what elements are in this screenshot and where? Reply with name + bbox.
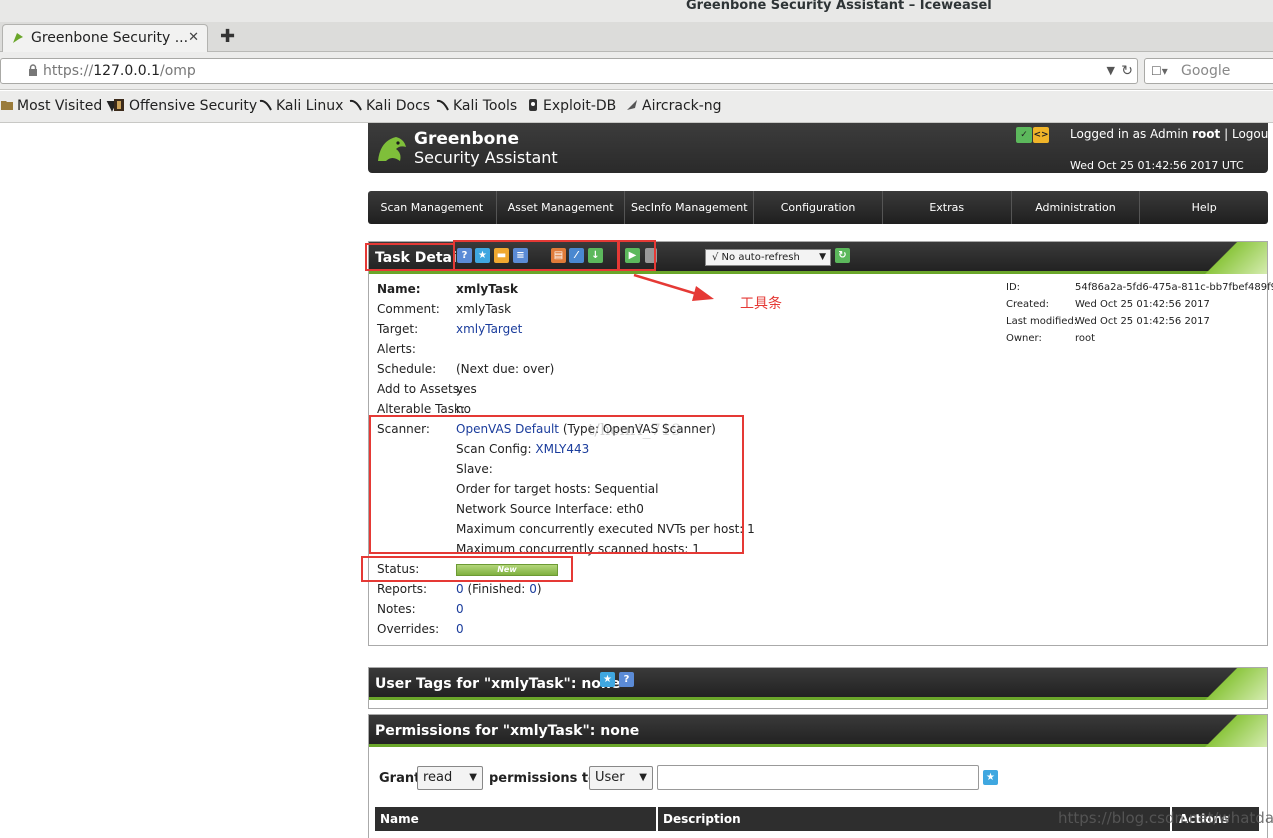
url-scheme: https:// bbox=[43, 63, 94, 79]
target-link[interactable]: xmlyTarget bbox=[456, 322, 522, 336]
annotation-label: 工具条 bbox=[740, 296, 782, 312]
window-titlebar: Greenbone Security Assistant – Iceweasel bbox=[0, 0, 1273, 22]
page-content: Greenbone Security Assistant ✓ <> Logged … bbox=[0, 123, 1273, 838]
annotation-arrow-icon bbox=[633, 273, 714, 301]
meta-modified-value: Wed Oct 25 01:42:56 2017 bbox=[1075, 316, 1210, 327]
annotation-box-scanner bbox=[369, 415, 744, 554]
annotation-box-toolbar bbox=[453, 240, 619, 271]
url-bar[interactable]: https://127.0.0.1/omp ▼ ↻ bbox=[0, 58, 1138, 84]
bookmark-kali-tools[interactable]: Kali Tools bbox=[436, 98, 517, 114]
menu-asset-management[interactable]: Asset Management bbox=[497, 191, 626, 224]
bookmarks-bar: Most Visited ▼ Offensive Security Kali L… bbox=[0, 91, 1273, 123]
main-menu: Scan Management Asset Management SecInfo… bbox=[368, 191, 1268, 224]
user-tags-header: User Tags for "xmlyTask": none ★ ? bbox=[369, 668, 1267, 700]
new-tab-icon[interactable]: ✚ bbox=[220, 26, 235, 47]
header-swoosh-decoration bbox=[1195, 242, 1267, 274]
search-engine-icon[interactable]: ☐▾ bbox=[1151, 59, 1168, 83]
header-datetime: Wed Oct 25 01:42:56 2017 UTC bbox=[1070, 159, 1244, 172]
search-placeholder: Google bbox=[1181, 63, 1231, 79]
meta-id-value: 54f86a2a-5fd6-475a-811c-bb7fbef489f9 bbox=[1075, 282, 1273, 293]
menu-configuration[interactable]: Configuration bbox=[754, 191, 883, 224]
login-info: Logged in as Admin root | Logout bbox=[1070, 127, 1273, 141]
permissions-header: Permissions for "xmlyTask": none bbox=[369, 715, 1267, 747]
blog-watermark: https://blog.csdn.net/whatday bbox=[1058, 809, 1273, 827]
greenbone-dragon-logo-icon bbox=[378, 137, 406, 161]
notes-link[interactable]: 0 bbox=[456, 602, 464, 616]
search-bar[interactable]: ☐▾ Google bbox=[1144, 58, 1273, 84]
exploitdb-icon bbox=[529, 99, 537, 111]
kali-icon bbox=[436, 99, 449, 111]
user-tags-title: User Tags for "xmlyTask": none bbox=[375, 676, 621, 692]
kali-icon bbox=[349, 99, 362, 111]
nav-bar: ← https://127.0.0.1/omp ▼ ↻ ☐▾ Google bbox=[0, 52, 1273, 90]
help-icon[interactable]: ? bbox=[619, 672, 634, 687]
subject-type-select[interactable]: User ▼ bbox=[589, 766, 653, 790]
menu-help[interactable]: Help bbox=[1140, 191, 1268, 224]
url-path: /omp bbox=[159, 63, 196, 79]
reports-finished-link[interactable]: 0 bbox=[529, 582, 537, 596]
grant-label: Grant bbox=[379, 771, 421, 786]
logged-in-user: root bbox=[1192, 127, 1221, 141]
overrides-link[interactable]: 0 bbox=[456, 622, 464, 636]
meta-id-label: ID: bbox=[1006, 282, 1021, 293]
aircrack-icon bbox=[627, 100, 637, 110]
task-name: xmlyTask bbox=[456, 282, 519, 296]
url-host: 127.0.0.1 bbox=[93, 63, 160, 79]
close-icon[interactable]: ✕ bbox=[188, 25, 199, 51]
kali-icon bbox=[259, 99, 272, 111]
grant-permission-select[interactable]: read ▼ bbox=[417, 766, 483, 790]
auto-refresh-select[interactable]: √ No auto-refresh ▼ bbox=[705, 249, 831, 266]
window-title: Greenbone Security Assistant – Iceweasel bbox=[686, 0, 992, 13]
header-icon-group: ✓ <> bbox=[1016, 126, 1050, 143]
chevron-down-icon: ▼ bbox=[819, 252, 826, 262]
meta-created-value: Wed Oct 25 01:42:56 2017 bbox=[1075, 299, 1210, 310]
logout-link[interactable]: Logout bbox=[1232, 127, 1273, 141]
new-tag-star-icon[interactable]: ★ bbox=[600, 672, 615, 687]
bookmark-most-visited[interactable]: Most Visited ▼ bbox=[0, 98, 117, 114]
meta-owner-label: Owner: bbox=[1006, 333, 1042, 344]
code-brackets-icon[interactable]: <> bbox=[1033, 127, 1049, 143]
folder-icon bbox=[1, 101, 13, 110]
subject-name-input[interactable] bbox=[657, 765, 979, 790]
chevron-down-icon: ▼ bbox=[639, 772, 647, 783]
meta-created-label: Created: bbox=[1006, 299, 1049, 310]
logo-text-security-assistant: Security Assistant bbox=[414, 148, 558, 167]
column-name[interactable]: Name bbox=[375, 807, 658, 831]
tab-bar: Greenbone Security ... ✕ ✚ bbox=[0, 22, 1273, 52]
reports-link[interactable]: 0 bbox=[456, 582, 464, 596]
annotation-box-play bbox=[618, 240, 656, 271]
permissions-title: Permissions for "xmlyTask": none bbox=[375, 723, 640, 739]
logo-text-greenbone: Greenbone bbox=[414, 129, 519, 149]
lock-icon bbox=[29, 64, 37, 76]
menu-secinfo-management[interactable]: SecInfo Management bbox=[625, 191, 755, 224]
url-history-dropdown-icon[interactable]: ▼ bbox=[1107, 59, 1115, 83]
browser-tab[interactable]: Greenbone Security ... ✕ bbox=[2, 24, 208, 52]
add-permission-star-icon[interactable]: ★ bbox=[983, 770, 998, 785]
menu-administration[interactable]: Administration bbox=[1012, 191, 1141, 224]
menu-extras[interactable]: Extras bbox=[883, 191, 1012, 224]
header-swoosh-decoration bbox=[1195, 715, 1267, 747]
annotation-box-status bbox=[361, 556, 573, 582]
bookmark-kali-docs[interactable]: Kali Docs bbox=[349, 98, 430, 114]
bookmark-aircrack-ng[interactable]: Aircrack-ng bbox=[625, 98, 722, 114]
tab-label: Greenbone Security ... bbox=[31, 30, 189, 46]
bookmark-kali-linux[interactable]: Kali Linux bbox=[259, 98, 343, 114]
annotation-box-title bbox=[365, 243, 455, 271]
header-swoosh-decoration bbox=[1195, 668, 1267, 700]
greenbone-favicon-icon bbox=[13, 33, 23, 43]
permissions-to-label: permissions to bbox=[489, 771, 598, 786]
gsa-header: Greenbone Security Assistant ✓ <> Logged … bbox=[368, 123, 1273, 173]
meta-owner-value: root bbox=[1075, 333, 1096, 344]
green-check-icon[interactable]: ✓ bbox=[1016, 127, 1032, 143]
reload-icon[interactable]: ↻ bbox=[1121, 59, 1133, 83]
menu-scan-management[interactable]: Scan Management bbox=[368, 191, 497, 224]
chevron-down-icon: ▼ bbox=[469, 772, 477, 783]
meta-modified-label: Last modified: bbox=[1006, 316, 1078, 327]
watermark-text: t/henri_719 bbox=[588, 420, 682, 439]
bookmark-offensive-security[interactable]: Offensive Security bbox=[112, 98, 257, 114]
user-tags-section: User Tags for "xmlyTask": none ★ ? bbox=[368, 667, 1268, 709]
refresh-icon[interactable]: ↻ bbox=[835, 248, 850, 263]
bookmark-exploit-db[interactable]: Exploit-DB bbox=[526, 98, 616, 114]
offsec-icon bbox=[114, 99, 124, 111]
